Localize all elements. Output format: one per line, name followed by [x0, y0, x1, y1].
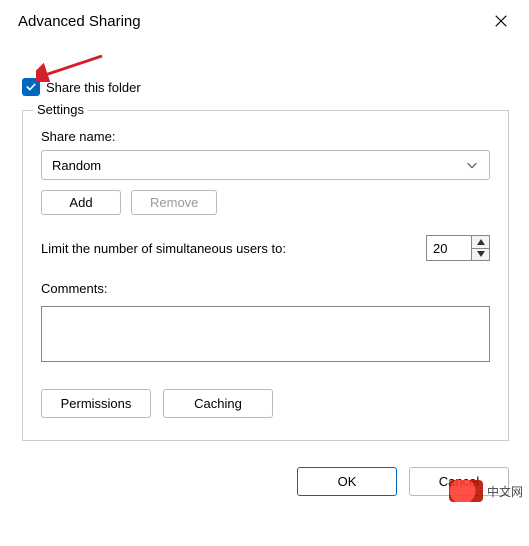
add-button[interactable]: Add [41, 190, 121, 215]
dialog-footer: OK Cancel [0, 467, 529, 514]
cancel-button[interactable]: Cancel [409, 467, 509, 496]
ok-button[interactable]: OK [297, 467, 397, 496]
settings-group: Settings Share name: Random Add Remove L… [22, 110, 509, 441]
share-name-buttons: Add Remove [41, 190, 490, 215]
limit-label: Limit the number of simultaneous users t… [41, 241, 286, 256]
share-folder-label: Share this folder [46, 80, 141, 95]
caching-button[interactable]: Caching [163, 389, 273, 418]
share-name-value: Random [52, 158, 101, 173]
permissions-row: Permissions Caching [41, 389, 490, 418]
spinner-down[interactable] [472, 249, 489, 261]
share-folder-checkbox[interactable] [22, 78, 40, 96]
spinner-buttons [471, 236, 489, 260]
triangle-up-icon [477, 239, 485, 245]
dialog-title: Advanced Sharing [18, 13, 141, 30]
comments-textarea[interactable] [41, 306, 490, 362]
limit-row: Limit the number of simultaneous users t… [41, 235, 490, 261]
share-name-label: Share name: [41, 129, 490, 144]
chevron-down-icon [465, 158, 479, 172]
share-folder-row: Share this folder [22, 78, 509, 96]
dialog-content: Share this folder Settings Share name: R… [0, 42, 529, 441]
limit-spinner[interactable] [426, 235, 490, 261]
close-icon [494, 14, 508, 28]
checkmark-icon [25, 81, 37, 93]
limit-input[interactable] [427, 236, 471, 260]
comments-label: Comments: [41, 281, 490, 296]
share-name-select[interactable]: Random [41, 150, 490, 180]
close-button[interactable] [487, 7, 515, 35]
titlebar: Advanced Sharing [0, 0, 529, 42]
permissions-button[interactable]: Permissions [41, 389, 151, 418]
remove-button: Remove [131, 190, 217, 215]
spinner-up[interactable] [472, 236, 489, 249]
triangle-down-icon [477, 251, 485, 257]
settings-legend: Settings [33, 102, 88, 117]
